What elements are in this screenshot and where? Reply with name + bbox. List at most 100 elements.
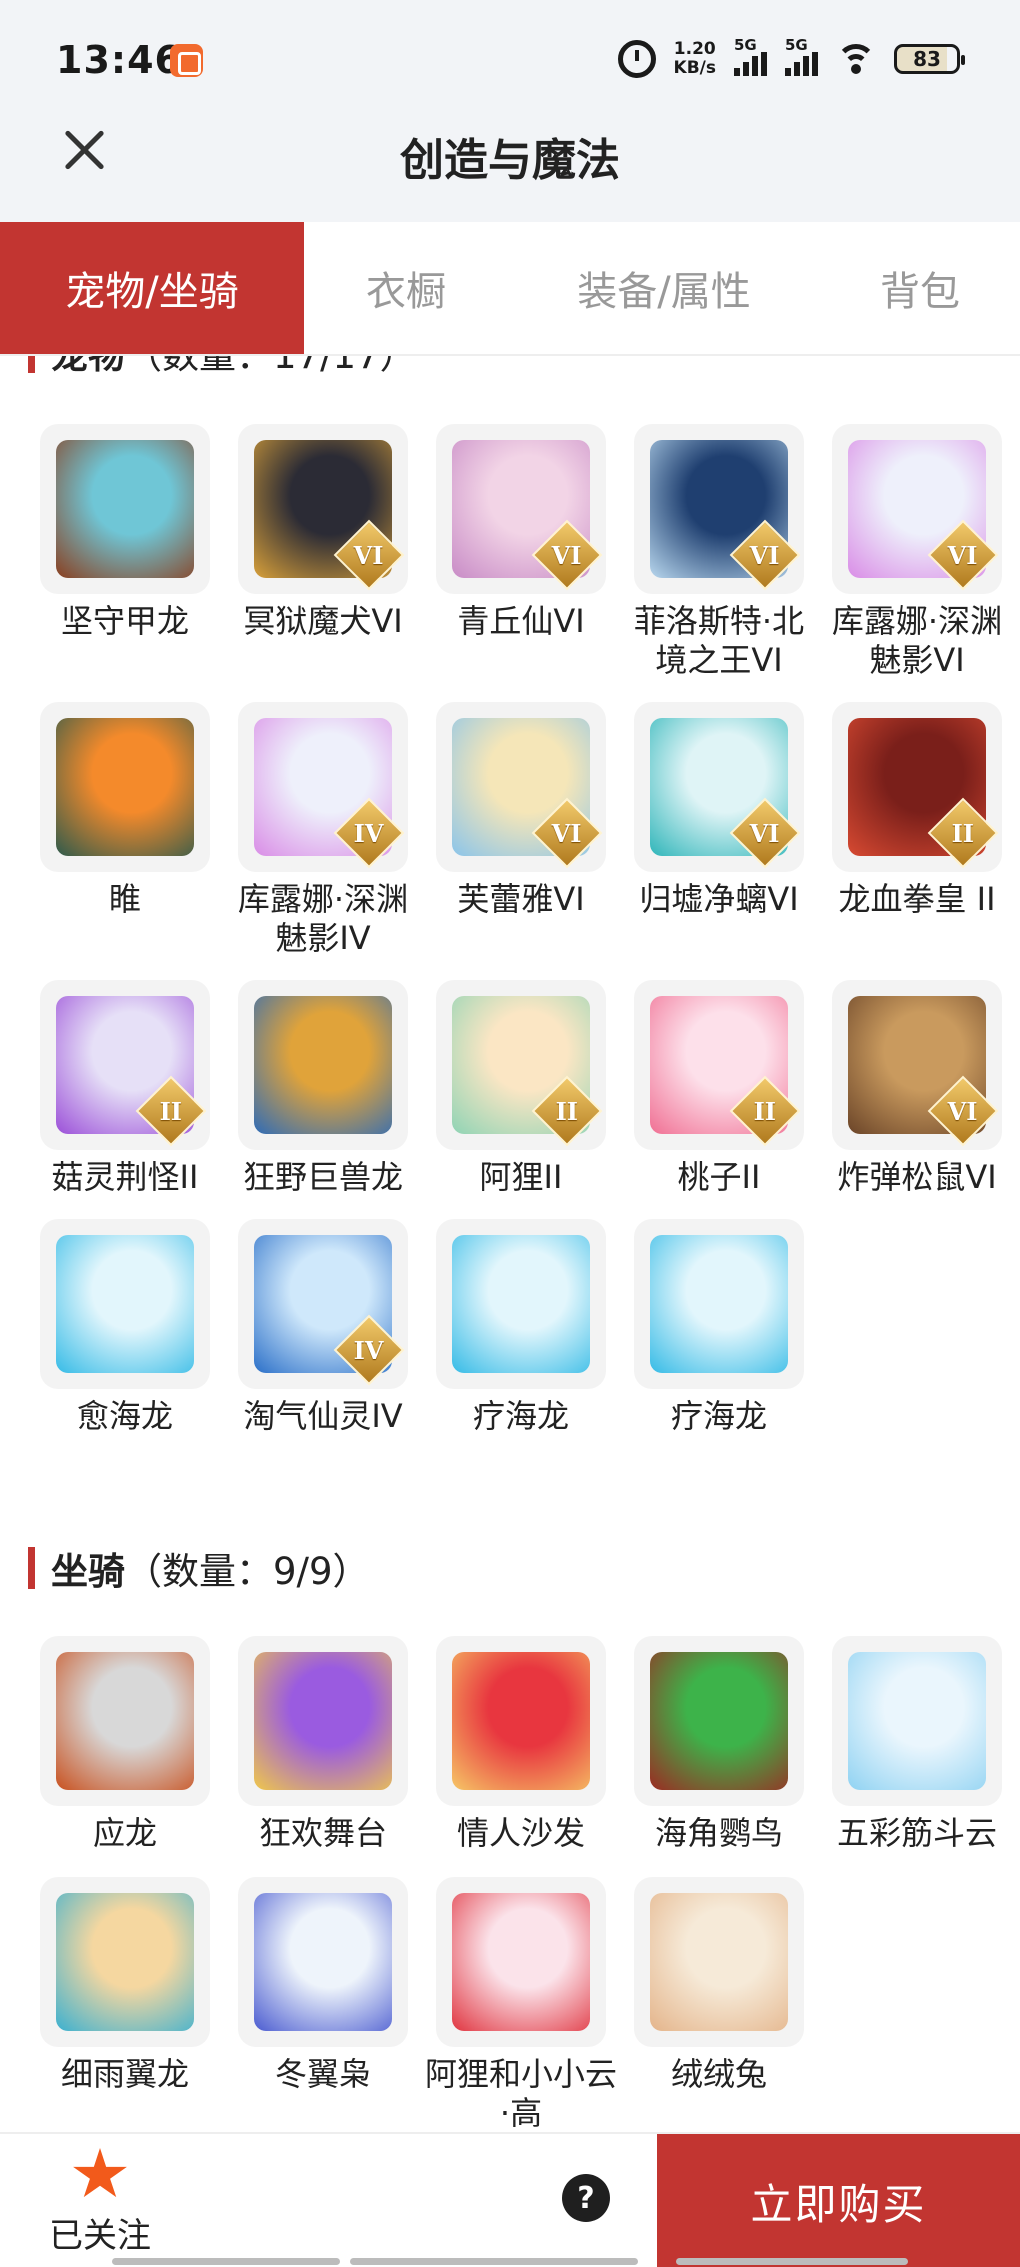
nav-bar: 创造与魔法 xyxy=(0,120,1020,222)
grid-item[interactable]: 情人沙发 xyxy=(422,1636,620,1853)
grid-item[interactable]: 愈海龙 xyxy=(26,1219,224,1436)
home-indicator xyxy=(350,2258,638,2265)
item-thumbnail[interactable]: II xyxy=(40,980,210,1150)
battery-icon: 83 xyxy=(894,44,965,74)
item-thumbnail[interactable] xyxy=(238,980,408,1150)
grid-item[interactable]: IV 淘气仙灵IV xyxy=(224,1219,422,1436)
grid-item[interactable]: VI 芙蕾雅VI xyxy=(422,702,620,958)
grid-item[interactable]: 睢 xyxy=(26,702,224,958)
sea-dragon-icon xyxy=(452,1235,590,1373)
grid-item[interactable]: 冬翼枭 xyxy=(224,1877,422,2132)
winter-owl-icon xyxy=(254,1893,392,2031)
grid-item[interactable]: VI 库露娜·深渊魅影VI xyxy=(818,424,1016,680)
grid-item[interactable]: VI 冥狱魔犬VI xyxy=(224,424,422,680)
item-name: 绒绒兔 xyxy=(670,2055,767,2093)
buy-now-button[interactable]: 立即购买 xyxy=(657,2134,1020,2267)
item-name: 归墟净螭VI xyxy=(639,880,799,918)
item-thumbnail[interactable]: VI xyxy=(436,424,606,594)
grid-item[interactable]: VI 青丘仙VI xyxy=(422,424,620,680)
item-name: 青丘仙VI xyxy=(457,602,585,640)
item-name: 芙蕾雅VI xyxy=(457,880,585,918)
item-thumbnail[interactable]: VI xyxy=(832,424,1002,594)
item-name: 炸弹松鼠VI xyxy=(837,1158,997,1196)
item-thumbnail[interactable] xyxy=(436,1636,606,1806)
item-thumbnail[interactable]: IV xyxy=(238,1219,408,1389)
mounts-section-count: （数量：9/9） xyxy=(125,1550,370,1593)
item-thumbnail[interactable]: VI xyxy=(634,702,804,872)
grid-item[interactable]: VI 炸弹松鼠VI xyxy=(818,980,1016,1197)
item-thumbnail[interactable] xyxy=(40,1636,210,1806)
grid-item[interactable]: 狂欢舞台 xyxy=(224,1636,422,1853)
grid-item[interactable]: 绒绒兔 xyxy=(620,1877,818,2132)
rank-badge-label: IV xyxy=(354,818,384,848)
item-name: 五彩筋斗云 xyxy=(836,1814,997,1852)
grid-item[interactable]: 狂野巨兽龙 xyxy=(224,980,422,1197)
grid-item[interactable]: 疗海龙 xyxy=(620,1219,818,1436)
item-thumbnail[interactable] xyxy=(40,1219,210,1389)
grid-item[interactable]: II 桃子II xyxy=(620,980,818,1197)
help-icon[interactable]: ? xyxy=(562,2174,610,2222)
grid-item[interactable]: 五彩筋斗云 xyxy=(818,1636,1016,1853)
item-thumbnail[interactable] xyxy=(634,1219,804,1389)
pets-section-header: 宠物 （数量：17/17） xyxy=(0,356,417,382)
tab-equipment[interactable]: 装备/属性 xyxy=(508,222,820,354)
item-thumbnail[interactable]: VI xyxy=(634,424,804,594)
rank-badge-label: VI xyxy=(948,540,978,570)
follow-button[interactable]: 已关注 xyxy=(40,2148,160,2257)
app-notification-icon xyxy=(170,44,203,77)
status-icons: 1.20 KB/s 5G 5G 83 xyxy=(617,36,965,78)
bottom-bar: 已关注 ? 立即购买 xyxy=(0,2132,1020,2267)
item-name: 坚守甲龙 xyxy=(60,602,189,640)
signal-1-icon: 5G xyxy=(734,36,767,76)
grid-item[interactable]: VI 菲洛斯特·北境之王VI xyxy=(620,424,818,680)
grid-item[interactable]: 疗海龙 xyxy=(422,1219,620,1436)
item-thumbnail[interactable] xyxy=(238,1877,408,2047)
top-bar: 13:46 1.20 KB/s 5G 5G 83 创造与魔法 xyxy=(0,0,1020,222)
item-name: 库露娜·深渊魅影IV xyxy=(237,880,409,957)
star-icon xyxy=(73,2148,127,2198)
item-name: 愈海龙 xyxy=(76,1397,173,1435)
grid-item[interactable]: II 菇灵荆怪II xyxy=(26,980,224,1197)
tab-wardrobe[interactable]: 衣橱 xyxy=(304,222,508,354)
grid-item[interactable]: VI 归墟净螭VI xyxy=(620,702,818,958)
grid-item[interactable]: IV 库露娜·深渊魅影IV xyxy=(224,702,422,958)
item-name: 冥狱魔犬VI xyxy=(243,602,403,640)
item-thumbnail[interactable] xyxy=(238,1636,408,1806)
grid-item[interactable]: 海角鹦鸟 xyxy=(620,1636,818,1853)
item-name: 阿狸和小小云·高 xyxy=(424,2055,617,2132)
item-thumbnail[interactable] xyxy=(436,1219,606,1389)
item-thumbnail[interactable]: VI xyxy=(436,702,606,872)
item-thumbnail[interactable]: II xyxy=(436,980,606,1150)
item-thumbnail[interactable] xyxy=(40,1877,210,2047)
status-time: 13:46 xyxy=(56,38,182,82)
grid-item[interactable]: 应龙 xyxy=(26,1636,224,1853)
network-speed-unit: KB/s xyxy=(673,58,716,78)
item-thumbnail[interactable] xyxy=(40,702,210,872)
content-scroll-area[interactable]: 宠物 （数量：17/17） 坚守甲龙 VI 冥狱魔犬VI VI 青丘仙VI VI 菲洛斯特·… xyxy=(0,356,1020,2132)
grid-item[interactable]: 阿狸和小小云·高 xyxy=(422,1877,620,2132)
grid-item[interactable]: II 阿狸II xyxy=(422,980,620,1197)
item-thumbnail[interactable]: II xyxy=(832,702,1002,872)
drizzle-pterosaur-icon xyxy=(56,1893,194,2031)
item-thumbnail[interactable]: II xyxy=(634,980,804,1150)
tab-backpack[interactable]: 背包 xyxy=(820,222,1020,354)
rank-badge-label: VI xyxy=(750,818,780,848)
item-name: 疗海龙 xyxy=(472,1397,569,1435)
item-thumbnail[interactable] xyxy=(634,1636,804,1806)
item-thumbnail[interactable] xyxy=(40,424,210,594)
rank-badge-label: II xyxy=(753,1096,777,1126)
item-thumbnail[interactable]: VI xyxy=(238,424,408,594)
item-thumbnail[interactable]: IV xyxy=(238,702,408,872)
signal-2-label: 5G xyxy=(785,36,808,54)
item-name: 海角鹦鸟 xyxy=(654,1814,783,1852)
sui-dragon-icon xyxy=(56,718,194,856)
grid-item[interactable]: 坚守甲龙 xyxy=(26,424,224,680)
grid-item[interactable]: 细雨翼龙 xyxy=(26,1877,224,2132)
grid-item[interactable]: II 龙血拳皇 II xyxy=(818,702,1016,958)
item-thumbnail[interactable] xyxy=(436,1877,606,2047)
item-thumbnail[interactable]: VI xyxy=(832,980,1002,1150)
pets-section-title: 宠物 xyxy=(51,356,125,379)
item-thumbnail[interactable] xyxy=(634,1877,804,2047)
item-thumbnail[interactable] xyxy=(832,1636,1002,1806)
tab-pets-mounts[interactable]: 宠物/坐骑 xyxy=(0,222,304,354)
